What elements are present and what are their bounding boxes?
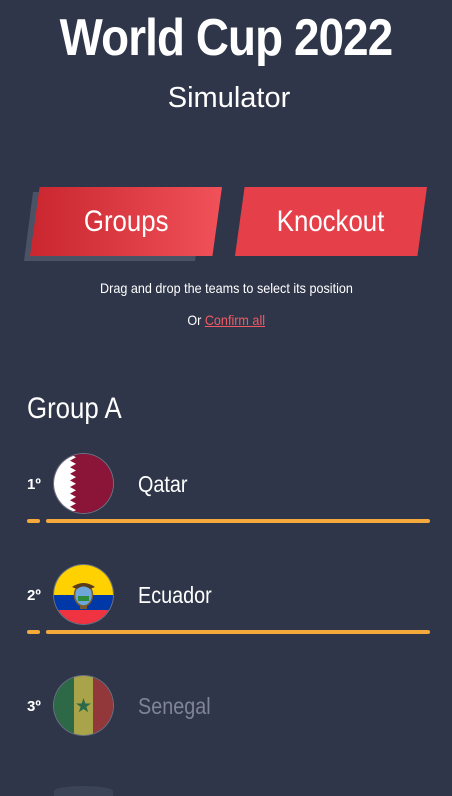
- position-confirm-bar: [46, 519, 430, 523]
- position-confirm-bar-short: [27, 519, 40, 523]
- team-position: 2º: [27, 587, 41, 604]
- or-text: Or: [187, 312, 205, 328]
- team-row-senegal[interactable]: 3º Senegal: [0, 676, 452, 746]
- drag-instructions: Drag and drop the teams to select its po…: [0, 279, 452, 297]
- team-position: 3º: [27, 698, 41, 715]
- position-confirm-bar-short: [27, 630, 40, 634]
- group-title: Group A: [27, 392, 122, 425]
- tab-knockout-button[interactable]: Knockout: [235, 187, 427, 256]
- team-row-qatar[interactable]: 1º Qatar: [0, 454, 452, 524]
- team-name: Senegal: [138, 693, 211, 719]
- team-row-ecuador[interactable]: 2º Ecuador: [0, 565, 452, 635]
- qatar-flag-icon: [54, 454, 113, 513]
- drag-instructions-text: Drag and drop the teams to select its po…: [99, 280, 353, 296]
- tab-knockout-label: Knockout: [277, 204, 385, 238]
- senegal-flag-icon: [54, 676, 113, 735]
- team-position: 1º: [27, 476, 41, 493]
- position-confirm-bar: [46, 630, 430, 634]
- team-name: Qatar: [138, 471, 188, 497]
- ecuador-flag-icon: [54, 565, 113, 624]
- tab-groups-label: Groups: [83, 204, 169, 238]
- team-name: Ecuador: [138, 582, 212, 608]
- confirm-line: Or Confirm all: [0, 311, 452, 329]
- tab-groups-button[interactable]: Groups: [30, 187, 222, 256]
- app-subtitle: Simulator: [167, 82, 291, 114]
- app-title: World Cup 2022: [59, 9, 394, 67]
- confirm-all-link[interactable]: Confirm all: [205, 312, 265, 328]
